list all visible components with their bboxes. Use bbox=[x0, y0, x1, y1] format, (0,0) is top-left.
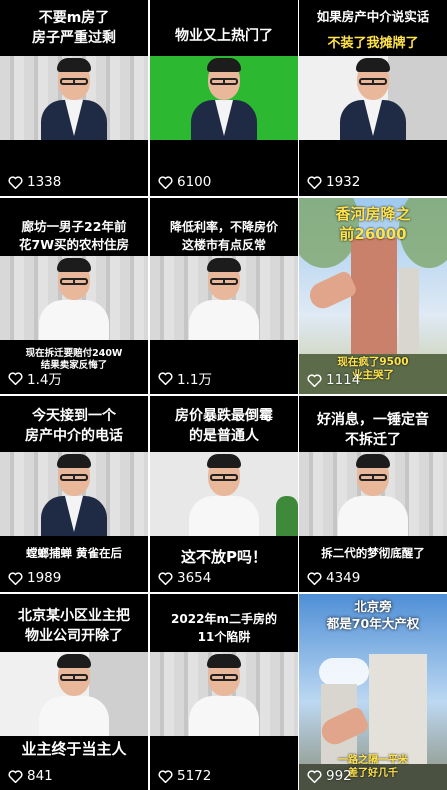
video-thumbnail bbox=[150, 256, 298, 340]
like-count: 6100 bbox=[158, 174, 211, 190]
heart-icon bbox=[158, 371, 173, 385]
heart-icon bbox=[307, 571, 322, 585]
video-tile[interactable]: 北京某小区业主把 物业公司开除了 业主终于当主人 841 bbox=[0, 594, 148, 790]
video-tile[interactable]: 廊坊一男子22年前 花7W买的农村住房 现在拆迁要赔付240W 结果卖家反悔了 … bbox=[0, 198, 148, 394]
heart-icon bbox=[158, 769, 173, 783]
video-subtitle: 不装了我摊牌了 bbox=[327, 36, 419, 51]
video-thumbnail bbox=[0, 56, 148, 140]
video-thumbnail bbox=[150, 56, 298, 140]
video-title: 北京旁 都是70年大产权 bbox=[326, 599, 420, 631]
video-title: 廊坊一男子22年前 花7W买的农村住房 bbox=[19, 219, 129, 252]
like-count: 1338 bbox=[8, 174, 61, 190]
video-tile[interactable]: 好消息，一锤定音 不拆迁了 拆二代的梦彻底醒了 4349 bbox=[299, 396, 447, 592]
heart-icon bbox=[158, 571, 173, 585]
video-title: 不要m房了 房子严重过剩 bbox=[32, 10, 116, 46]
like-count: 1989 bbox=[8, 570, 61, 586]
video-title: 北京某小区业主把 物业公司开除了 bbox=[18, 608, 130, 644]
video-title: 好消息，一锤定音 不拆迁了 bbox=[317, 412, 429, 448]
presenter-figure bbox=[187, 452, 261, 536]
video-thumbnail bbox=[299, 452, 447, 536]
heart-icon bbox=[8, 571, 23, 585]
heart-icon bbox=[158, 175, 173, 189]
presenter-figure bbox=[336, 452, 410, 536]
video-tile[interactable]: 2022年m二手房的 11个陷阱 5172 bbox=[150, 594, 298, 790]
like-count: 4349 bbox=[307, 570, 360, 586]
video-thumbnail bbox=[150, 652, 298, 736]
like-count: 841 bbox=[8, 768, 53, 784]
video-tile[interactable]: 不要m房了 房子严重过剩 1338 bbox=[0, 0, 148, 196]
presenter-figure bbox=[336, 56, 410, 140]
video-tile[interactable]: 今天接到一个 房产中介的电话 螳螂捕蝉 黄雀在后 1989 bbox=[0, 396, 148, 592]
presenter-figure bbox=[37, 256, 111, 340]
video-grid: 不要m房了 房子严重过剩 1338 物业又上热门了 6100 如果房产中介说实话… bbox=[0, 0, 447, 790]
video-title: 物业又上热门了 bbox=[175, 28, 273, 44]
presenter-figure bbox=[37, 452, 111, 536]
like-count: 1.4万 bbox=[8, 368, 62, 388]
like-count: 3654 bbox=[158, 570, 211, 586]
like-count: 5172 bbox=[158, 768, 211, 784]
presenter-figure bbox=[187, 652, 261, 736]
video-tile[interactable]: 如果房产中介说实话 不装了我摊牌了 1932 bbox=[299, 0, 447, 196]
video-title: 香河房降之 前26000 bbox=[335, 205, 411, 243]
like-count: 1.1万 bbox=[158, 368, 212, 388]
heart-icon bbox=[8, 769, 23, 783]
video-thumbnail bbox=[150, 452, 298, 536]
video-title: 今天接到一个 房产中介的电话 bbox=[25, 408, 123, 444]
heart-icon bbox=[307, 769, 322, 783]
video-thumbnail bbox=[0, 256, 148, 340]
video-tile[interactable]: 物业又上热门了 6100 bbox=[150, 0, 298, 196]
presenter-figure bbox=[37, 652, 111, 736]
heart-icon bbox=[8, 175, 23, 189]
video-caption: 业主终于当主人 bbox=[21, 740, 127, 758]
like-count: 992 bbox=[307, 768, 352, 784]
video-caption: 这不放P吗！ bbox=[181, 548, 267, 566]
presenter-figure bbox=[187, 56, 261, 140]
like-count: 1932 bbox=[307, 174, 360, 190]
video-title: 2022年m二手房的 11个陷阱 bbox=[171, 612, 277, 644]
video-tile[interactable]: 北京旁 都是70年大产权 一路之隔一平米 差了好几千 992 bbox=[299, 594, 447, 790]
video-tile[interactable]: 香河房降之 前26000 现在疯了9500 业主哭了 1114 bbox=[299, 198, 447, 394]
heart-icon bbox=[8, 371, 23, 385]
video-thumbnail bbox=[0, 452, 148, 536]
heart-icon bbox=[307, 175, 322, 189]
presenter-figure bbox=[37, 56, 111, 140]
video-title: 如果房产中介说实话 bbox=[316, 9, 430, 24]
video-title: 房价暴跌最倒霉 的是普通人 bbox=[175, 408, 273, 444]
video-title: 降低利率，不降房价 这楼市有点反常 bbox=[169, 220, 278, 252]
heart-icon bbox=[307, 373, 322, 387]
presenter-figure bbox=[187, 256, 261, 340]
video-caption: 螳螂捕蝉 黄雀在后 bbox=[25, 546, 122, 560]
video-caption: 拆二代的梦彻底醒了 bbox=[321, 546, 425, 560]
video-tile[interactable]: 降低利率，不降房价 这楼市有点反常 1.1万 bbox=[150, 198, 298, 394]
video-thumbnail bbox=[299, 56, 447, 140]
like-count: 1114 bbox=[307, 372, 360, 388]
video-tile[interactable]: 房价暴跌最倒霉 的是普通人 这不放P吗！ 3654 bbox=[150, 396, 298, 592]
video-thumbnail bbox=[0, 652, 148, 736]
